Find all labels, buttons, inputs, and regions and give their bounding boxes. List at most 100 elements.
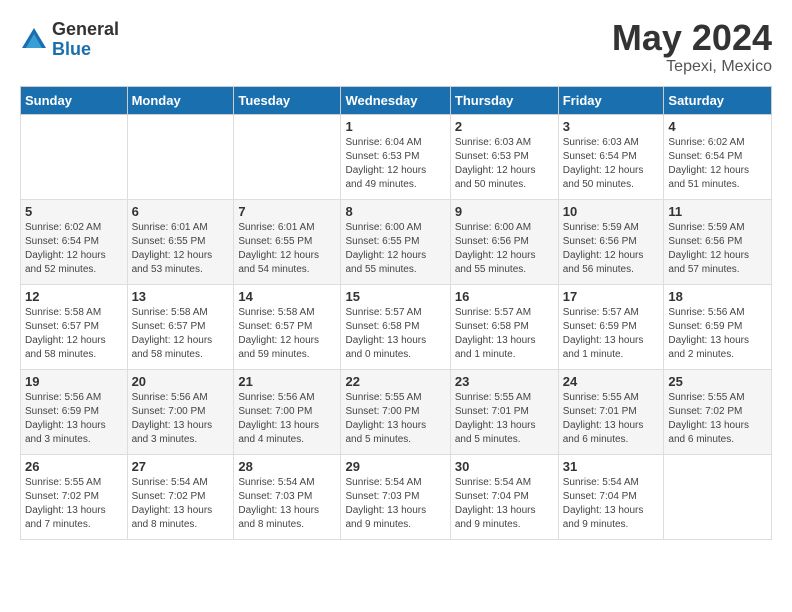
day-number: 29	[345, 459, 445, 474]
day-number: 15	[345, 289, 445, 304]
calendar-cell: 13Sunrise: 5:58 AM Sunset: 6:57 PM Dayli…	[127, 285, 234, 370]
calendar-cell: 29 Sunrise: 5:54 AM Sunset: 7:03 PM Dayli…	[341, 455, 450, 540]
weekday-header-wednesday: Wednesday	[341, 87, 450, 115]
day-number: 30	[455, 459, 554, 474]
day-number: 19	[25, 374, 123, 389]
day-info: Sunrise: 5:56 AM Sunset: 6:59 PM Dayligh…	[25, 391, 123, 447]
logo-icon	[20, 26, 48, 54]
calendar-body: 1 Sunrise: 6:04 AM Sunset: 6:53 PM Daylig…	[21, 115, 772, 540]
calendar-cell: 15 Sunrise: 5:57 AM Sunset: 6:58 PM Dayli…	[341, 285, 450, 370]
day-info: Sunrise: 5:55 AM Sunset: 7:02 PM Dayligh…	[25, 476, 123, 532]
calendar-cell: 12Sunrise: 5:58 AM Sunset: 6:57 PM Dayli…	[21, 285, 128, 370]
day-number: 1	[345, 119, 445, 134]
calendar-cell: 24Sunrise: 5:55 AM Sunset: 7:01 PM Dayli…	[558, 370, 664, 455]
day-info: Sunrise: 5:59 AM Sunset: 6:56 PM Dayligh…	[563, 221, 660, 277]
day-info: Sunrise: 6:03 AM Sunset: 6:54 PM Dayligh…	[563, 136, 660, 192]
calendar-cell: 28 Sunrise: 5:54 AM Sunset: 7:03 PM Dayli…	[234, 455, 341, 540]
day-number: 17	[563, 289, 660, 304]
title-block: May 2024 Tepexi, Mexico	[612, 20, 772, 76]
day-number: 11	[668, 204, 767, 219]
day-number: 16	[455, 289, 554, 304]
day-info: Sunrise: 5:57 AM Sunset: 6:58 PM Dayligh…	[345, 306, 445, 362]
day-info: Sunrise: 5:55 AM Sunset: 7:00 PM Dayligh…	[345, 391, 445, 447]
logo-blue-text: Blue	[52, 40, 119, 60]
month-year-title: May 2024	[612, 20, 772, 56]
day-info: Sunrise: 6:00 AM Sunset: 6:56 PM Dayligh…	[455, 221, 554, 277]
day-info: Sunrise: 5:54 AM Sunset: 7:04 PM Dayligh…	[563, 476, 660, 532]
day-number: 2	[455, 119, 554, 134]
calendar-cell: 5Sunrise: 6:02 AM Sunset: 6:54 PM Daylig…	[21, 200, 128, 285]
page-header: General Blue May 2024 Tepexi, Mexico	[20, 20, 772, 76]
day-info: Sunrise: 6:01 AM Sunset: 6:55 PM Dayligh…	[238, 221, 336, 277]
day-info: Sunrise: 5:56 AM Sunset: 7:00 PM Dayligh…	[238, 391, 336, 447]
day-info: Sunrise: 5:54 AM Sunset: 7:03 PM Dayligh…	[345, 476, 445, 532]
calendar-cell: 8 Sunrise: 6:00 AM Sunset: 6:55 PM Daylig…	[341, 200, 450, 285]
calendar-cell: 3Sunrise: 6:03 AM Sunset: 6:54 PM Daylig…	[558, 115, 664, 200]
day-info: Sunrise: 5:59 AM Sunset: 6:56 PM Dayligh…	[668, 221, 767, 277]
calendar-cell: 19 Sunrise: 5:56 AM Sunset: 6:59 PM Dayli…	[21, 370, 128, 455]
weekday-header-monday: Monday	[127, 87, 234, 115]
day-number: 12	[25, 289, 123, 304]
calendar-cell: 25 Sunrise: 5:55 AM Sunset: 7:02 PM Dayli…	[664, 370, 772, 455]
day-number: 21	[238, 374, 336, 389]
calendar-week-0: 1 Sunrise: 6:04 AM Sunset: 6:53 PM Daylig…	[21, 115, 772, 200]
day-info: Sunrise: 6:04 AM Sunset: 6:53 PM Dayligh…	[345, 136, 445, 192]
calendar-cell: 22Sunrise: 5:55 AM Sunset: 7:00 PM Dayli…	[341, 370, 450, 455]
day-number: 9	[455, 204, 554, 219]
weekday-header-tuesday: Tuesday	[234, 87, 341, 115]
calendar-cell: 27Sunrise: 5:54 AM Sunset: 7:02 PM Dayli…	[127, 455, 234, 540]
calendar-cell: 10 Sunrise: 5:59 AM Sunset: 6:56 PM Dayli…	[558, 200, 664, 285]
day-info: Sunrise: 6:02 AM Sunset: 6:54 PM Dayligh…	[668, 136, 767, 192]
calendar-cell: 4 Sunrise: 6:02 AM Sunset: 6:54 PM Daylig…	[664, 115, 772, 200]
calendar-week-2: 12 Sunrise: 5:58 AM Sunset: 6:57 PM Dayli…	[21, 285, 772, 370]
location-subtitle: Tepexi, Mexico	[612, 58, 772, 76]
day-info: Sunrise: 6:00 AM Sunset: 6:55 PM Dayligh…	[345, 221, 445, 277]
day-number: 6	[132, 204, 230, 219]
day-number: 23	[455, 374, 554, 389]
day-number: 18	[668, 289, 767, 304]
day-info: Sunrise: 5:54 AM Sunset: 7:04 PM Dayligh…	[455, 476, 554, 532]
day-number: 31	[563, 459, 660, 474]
day-info: Sunrise: 5:55 AM Sunset: 7:01 PM Dayligh…	[455, 391, 554, 447]
calendar-cell: 26 Sunrise: 5:55 AM Sunset: 7:02 PM Dayli…	[21, 455, 128, 540]
weekday-row: SundayMondayTuesdayWednesdayThursdayFrid…	[21, 87, 772, 115]
calendar-cell: 23 Sunrise: 5:55 AM Sunset: 7:01 PM Dayli…	[450, 370, 558, 455]
day-info: Sunrise: 5:55 AM Sunset: 7:01 PM Dayligh…	[563, 391, 660, 447]
calendar-cell: 14Sunrise: 5:58 AM Sunset: 6:57 PM Dayli…	[234, 285, 341, 370]
day-number: 7	[238, 204, 336, 219]
weekday-header-friday: Friday	[558, 87, 664, 115]
day-number: 20	[132, 374, 230, 389]
calendar-cell: 16 Sunrise: 5:57 AM Sunset: 6:58 PM Dayli…	[450, 285, 558, 370]
calendar-week-3: 19 Sunrise: 5:56 AM Sunset: 6:59 PM Dayli…	[21, 370, 772, 455]
calendar-cell: 6 Sunrise: 6:01 AM Sunset: 6:55 PM Daylig…	[127, 200, 234, 285]
calendar-cell: 20Sunrise: 5:56 AM Sunset: 7:00 PM Dayli…	[127, 370, 234, 455]
day-info: Sunrise: 5:54 AM Sunset: 7:02 PM Dayligh…	[132, 476, 230, 532]
day-number: 4	[668, 119, 767, 134]
weekday-header-saturday: Saturday	[664, 87, 772, 115]
calendar-week-4: 26 Sunrise: 5:55 AM Sunset: 7:02 PM Dayli…	[21, 455, 772, 540]
calendar-cell: 9 Sunrise: 6:00 AM Sunset: 6:56 PM Daylig…	[450, 200, 558, 285]
day-info: Sunrise: 5:55 AM Sunset: 7:02 PM Dayligh…	[668, 391, 767, 447]
day-info: Sunrise: 5:57 AM Sunset: 6:58 PM Dayligh…	[455, 306, 554, 362]
calendar-cell: 11 Sunrise: 5:59 AM Sunset: 6:56 PM Dayli…	[664, 200, 772, 285]
day-info: Sunrise: 5:58 AM Sunset: 6:57 PM Dayligh…	[132, 306, 230, 362]
day-number: 28	[238, 459, 336, 474]
calendar-cell: 31 Sunrise: 5:54 AM Sunset: 7:04 PM Dayli…	[558, 455, 664, 540]
day-number: 26	[25, 459, 123, 474]
calendar-cell	[127, 115, 234, 200]
day-number: 8	[345, 204, 445, 219]
calendar-cell: 2Sunrise: 6:03 AM Sunset: 6:53 PM Daylig…	[450, 115, 558, 200]
calendar-header: SundayMondayTuesdayWednesdayThursdayFrid…	[21, 87, 772, 115]
calendar-cell	[234, 115, 341, 200]
day-number: 25	[668, 374, 767, 389]
day-info: Sunrise: 5:57 AM Sunset: 6:59 PM Dayligh…	[563, 306, 660, 362]
day-info: Sunrise: 5:56 AM Sunset: 6:59 PM Dayligh…	[668, 306, 767, 362]
weekday-header-sunday: Sunday	[21, 87, 128, 115]
day-number: 5	[25, 204, 123, 219]
calendar-cell: 7 Sunrise: 6:01 AM Sunset: 6:55 PM Daylig…	[234, 200, 341, 285]
day-info: Sunrise: 5:54 AM Sunset: 7:03 PM Dayligh…	[238, 476, 336, 532]
calendar-week-1: 5Sunrise: 6:02 AM Sunset: 6:54 PM Daylig…	[21, 200, 772, 285]
day-number: 10	[563, 204, 660, 219]
calendar-table: SundayMondayTuesdayWednesdayThursdayFrid…	[20, 86, 772, 540]
day-info: Sunrise: 6:01 AM Sunset: 6:55 PM Dayligh…	[132, 221, 230, 277]
